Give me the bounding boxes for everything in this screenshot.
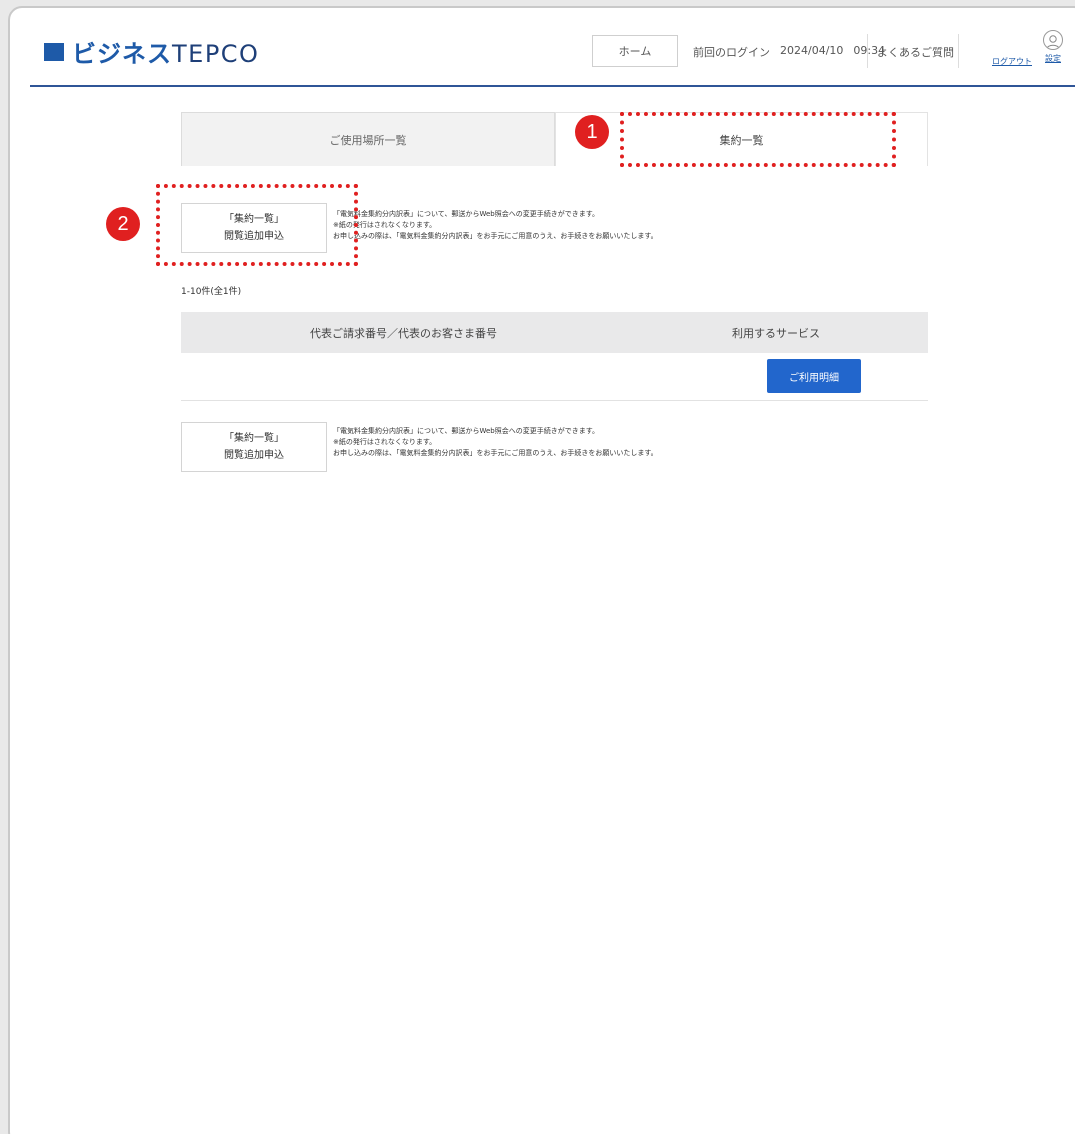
usage-details-button[interactable]: ご利用明細 [767, 359, 861, 393]
faq-link[interactable]: よくあるご質問 [877, 44, 954, 60]
step-marker-2: 2 [106, 207, 140, 241]
column-header-number: 代表ご請求番号／代表のお客さま番号 [310, 326, 497, 340]
apply-notes: 「電気料金集約分内訳表」について、郵送からWeb照会への変更手続きができます。 … [333, 209, 658, 242]
note-line: 「電気料金集約分内訳表」について、郵送からWeb照会への変更手続きができます。 [333, 210, 600, 218]
highlight-box-summary-tab [620, 112, 896, 167]
last-login-info: 前回のログイン 2024/04/10 09:34 [693, 44, 885, 60]
header-underline [30, 85, 1075, 87]
note-line: ※紙の発行はされなくなります。 [333, 438, 437, 446]
result-count: 1-10件(全1件) [181, 287, 242, 297]
note-line: お申し込みの際は、「電気料金集約分内訳表」をお手元にご用意のうえ、お手続きをお願… [333, 232, 658, 240]
note-line: ※紙の発行はされなくなります。 [333, 221, 437, 229]
note-line: お申し込みの際は、「電気料金集約分内訳表」をお手元にご用意のうえ、お手続きをお願… [333, 449, 658, 457]
apply-button-line2: 閲覧追加申込 [224, 450, 284, 461]
table-row: ご利用明細 [181, 353, 928, 401]
settings-label: 設定 [1045, 54, 1061, 63]
header-divider [867, 34, 868, 68]
step-marker-1: 1 [575, 115, 609, 149]
apply-button-line1: 「集約一覧」 [224, 433, 284, 444]
logo[interactable]: ビジネスTEPCO [44, 34, 259, 69]
logo-mark-icon [44, 42, 64, 61]
user-settings-icon [1043, 30, 1063, 50]
highlight-box-apply-button [156, 184, 358, 266]
last-login-date: 2024/04/10 [780, 44, 844, 57]
tab-usage-locations[interactable]: ご使用場所一覧 [181, 112, 555, 166]
column-header-service: 利用するサービス [732, 326, 820, 340]
header-divider [958, 34, 959, 68]
browser-frame [8, 6, 1075, 1134]
home-button[interactable]: ホーム [592, 35, 678, 67]
apply-notes: 「電気料金集約分内訳表」について、郵送からWeb照会への変更手続きができます。 … [333, 426, 658, 459]
logout-link[interactable]: ログアウト [992, 56, 1032, 67]
note-line: 「電気料金集約分内訳表」について、郵送からWeb照会への変更手続きができます。 [333, 427, 600, 435]
logo-text: ビジネスTEPCO [72, 40, 260, 68]
settings-button[interactable]: 設定 [1040, 30, 1066, 64]
table-header: 代表ご請求番号／代表のお客さま番号 利用するサービス [181, 312, 928, 353]
summary-view-apply-button[interactable]: 「集約一覧」 閲覧追加申込 [181, 422, 327, 472]
site-header: ビジネスTEPCO ホーム 前回のログイン 2024/04/10 09:34 よ… [0, 0, 1075, 86]
last-login-label: 前回のログイン [693, 46, 770, 59]
